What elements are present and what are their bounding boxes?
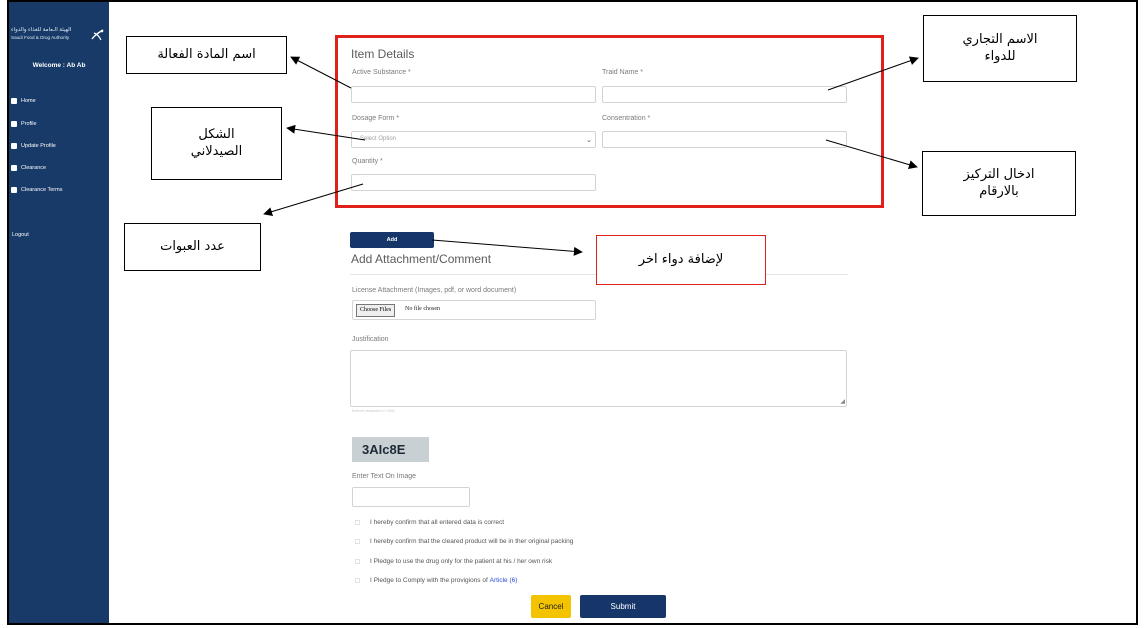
captcha-label: Enter Text On Image <box>352 473 417 480</box>
callout-dosage-form: الشكل الصيدلاني <box>151 107 282 180</box>
checkbox[interactable] <box>355 558 360 564</box>
sidebar-item-clearance-terms[interactable]: Clearance Terms <box>11 185 62 195</box>
home-icon <box>11 98 17 104</box>
file-status-text: No file chosen <box>405 306 440 312</box>
callout-trade-name: الاسم التجاري للدواء <box>923 15 1077 82</box>
confirm-data-checkbox[interactable]: I hereby confirm that all entered data i… <box>355 517 504 527</box>
resize-handle-icon[interactable]: ◢ <box>840 398 845 405</box>
pledge-use-checkbox[interactable]: I Pledge to use the drug only for the pa… <box>355 556 552 566</box>
cancel-button[interactable]: Cancel <box>531 595 571 618</box>
sfda-logo-icon <box>91 29 104 41</box>
sidebar-item-label: Clearance Terms <box>21 187 63 193</box>
confirm-text: I Pledge to use the drug only for the pa… <box>370 557 553 565</box>
character-count-hint: Entered characters 0 / 4000 <box>352 409 396 413</box>
checkbox[interactable] <box>355 577 360 583</box>
sidebar-item-label: Update Profile <box>21 143 56 149</box>
edit-icon <box>11 143 17 149</box>
submit-button[interactable]: Submit <box>580 595 666 618</box>
confirm-text: I Pledge to Comply with the provigions o… <box>370 576 488 584</box>
brand-arabic-name: الهيئة الـعامة للغذاء والدواء <box>11 27 72 33</box>
justification-label: Justification <box>352 336 389 343</box>
attachment-section-title: Add Attachment/Comment <box>351 252 492 266</box>
justification-textarea[interactable]: ◢ <box>350 350 847 407</box>
sidebar-item-label: Home <box>21 98 36 104</box>
add-item-button[interactable]: Add <box>350 232 434 248</box>
welcome-text: Welcome : Ab Ab <box>32 62 86 69</box>
pledge-comply-checkbox[interactable]: I Pledge to Comply with the provigions o… <box>355 575 517 585</box>
brand: الهيئة الـعامة للغذاء والدواء Saudi Food… <box>11 27 105 47</box>
document-icon <box>11 187 17 193</box>
checkbox[interactable] <box>355 519 360 525</box>
captcha-input[interactable] <box>352 487 470 507</box>
sidebar-item-update-profile[interactable]: Update Profile <box>11 141 56 151</box>
license-attachment-label: License Attachment (Images, pdf, or word… <box>352 287 517 294</box>
brand-english-name: Saudi Food & Drug Authority <box>11 35 70 40</box>
item-details-highlight <box>335 35 884 208</box>
logout-link[interactable]: Logout <box>12 232 29 238</box>
confirm-packing-checkbox[interactable]: I hereby confirm that the cleared produc… <box>355 536 573 546</box>
callout-add-drug: لإضافة دواء اخر <box>596 235 766 285</box>
sidebar-item-clearance[interactable]: Clearance <box>11 163 46 173</box>
confirm-text: I hereby confirm that the cleared produc… <box>370 537 574 545</box>
checkbox[interactable] <box>355 538 360 544</box>
sidebar-item-label: Profile <box>21 121 37 127</box>
callout-active-substance: اسم المادة الفعالة <box>126 36 287 74</box>
sidebar-item-label: Clearance <box>21 165 47 171</box>
document-icon <box>11 165 17 171</box>
license-file-input[interactable]: Choose Files No file chosen <box>352 300 596 320</box>
article-link[interactable]: Article (6) <box>490 577 518 584</box>
profile-icon <box>11 121 17 127</box>
choose-files-button[interactable]: Choose Files <box>356 304 396 317</box>
callout-concentration: ادخال التركيز بالارقام <box>922 151 1076 216</box>
sidebar: الهيئة الـعامة للغذاء والدواء Saudi Food… <box>9 2 109 623</box>
callout-quantity: عدد العبوات <box>124 223 261 271</box>
captcha-image: 3AIc8E <box>352 437 429 462</box>
sidebar-item-profile[interactable]: Profile <box>11 119 37 129</box>
confirm-text: I hereby confirm that all entered data i… <box>370 518 505 526</box>
sidebar-item-home[interactable]: Home <box>11 96 36 106</box>
